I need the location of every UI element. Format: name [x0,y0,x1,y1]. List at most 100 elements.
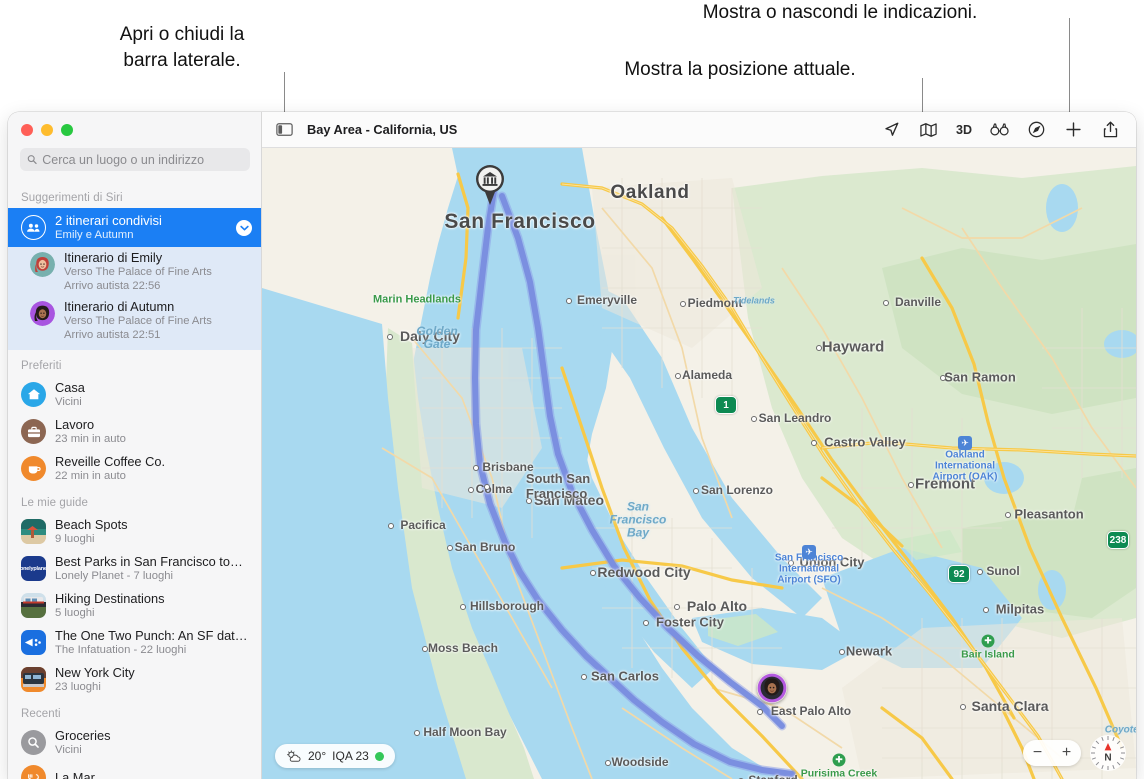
sidebar-toggle-icon[interactable] [275,120,294,139]
map-town-dot [982,607,989,613]
sidebar-item-new-york-city[interactable]: New York City 23 luoghi [8,661,261,698]
sidebar-item-lavoro[interactable]: Lavoro 23 min in auto [8,413,261,450]
sidebar-item-beach-spots[interactable]: Beach Spots 9 luoghi [8,513,261,550]
beach-spots-subtitle: 9 luoghi [55,533,95,545]
zoom-button[interactable] [61,124,73,136]
zoom-controls[interactable]: − + [1023,740,1081,766]
compass[interactable]: N [1088,733,1128,773]
sidebar-item-one-two-punch[interactable]: The One Two Punch: An SF date… The Infat… [8,624,261,661]
avatar-emily [30,252,55,277]
map-label-city: Palo Alto [686,598,748,614]
map-label-city: Hayward [821,338,885,356]
maps-window: Suggerimenti di Siri [8,112,1136,779]
map-town-dot [421,646,428,652]
map-label-city: Colma [475,482,513,496]
look-around-button[interactable] [990,120,1009,139]
map-canvas[interactable]: San FranciscoOaklandSan JoseHaywardFremo… [262,148,1136,779]
section-header-favorites: Preferiti [21,360,62,372]
map-town-dot [446,545,453,551]
sidebar-item-hiking-destinations[interactable]: Hiking Destinations 5 luoghi [8,587,261,624]
list-item-itinerary-emily[interactable]: Itinerario di Emily Verso The Palace of … [8,247,261,296]
search-field[interactable] [20,148,250,171]
traffic-lights [21,124,73,136]
hiking-subtitle: 5 luoghi [55,607,95,619]
map-label-water: Tidelands [733,295,775,306]
screenshot-root: Apri o chiudi la barra laterale. Mostra … [0,0,1144,779]
one-two-punch-subtitle: The Infatuation - 22 luoghi [55,644,187,656]
map-label-layer: San FranciscoOaklandSan JoseHaywardFremo… [262,148,1136,779]
map-town-dot [788,560,795,566]
map-town-dot [838,649,845,655]
sidebar-item-best-parks[interactable]: lonelyplanet Best Parks in San Francisco… [8,550,261,587]
map-label-city: San Ramon [944,369,1016,385]
search-input[interactable] [42,152,243,167]
shared-itineraries-group: 2 itinerari condivisi Emily e Autumn Iti… [8,208,261,350]
aqi-label: IQA 23 [332,749,369,763]
sidebar-item-groceries[interactable]: Groceries Vicini [8,724,261,761]
map-town-dot [526,498,533,504]
map-town-dot [414,730,421,736]
chevron-down-icon[interactable] [236,219,252,236]
map-label-city: San Bruno [454,540,516,554]
beach-spots-title: Beach Spots [55,517,128,532]
aqi-status-dot [374,751,384,761]
airport-marker-icon: ✈ [802,545,816,559]
sidebar: Suggerimenti di Siri [8,112,262,779]
shared-itineraries-subtitle: Emily e Autumn [55,229,134,241]
autumn-location-pin[interactable] [757,673,787,703]
current-location-button[interactable] [882,120,901,139]
sidebar-item-casa[interactable]: Casa Vicini [8,376,261,413]
map-town-dot [815,345,822,351]
three-d-button[interactable]: 3D [956,120,972,139]
close-button[interactable] [21,124,33,136]
map-town-dot [757,709,764,715]
map-label-city: Piedmont [687,296,743,310]
map-label-city: Pacifica [400,518,446,532]
guide-thumb-beach [21,519,46,544]
map-town-dot [811,440,818,446]
directions-button[interactable] [1027,120,1046,139]
map-town-dot [605,760,612,766]
map-label-city: Woodside [611,755,669,769]
map-label-city: East Palo Alto [770,704,852,718]
sidebar-list[interactable]: Suggerimenti di Siri 2 itinerari condivi… [8,184,261,779]
search-history-icon [21,730,46,755]
weather-aqi-pill[interactable]: 20° IQA 23 [275,744,395,768]
map-town-dot [883,300,890,306]
map-label-city: Brisbane [482,460,534,474]
one-two-punch-title: The One Two Punch: An SF date… [55,628,252,643]
sidebar-toggle-callout: Apri o chiudi la barra laterale. [119,24,245,71]
map-town-dot [750,416,757,422]
map-label-park: Purisima Creek Redwoods Open Space Prese… [800,767,878,779]
state-route-shield-icon: 238 [1107,531,1129,549]
share-button[interactable] [1101,120,1120,139]
reveille-title: Reveille Coffee Co. [55,454,166,469]
directions-callout: Mostra o nascondi le indicazioni. [702,2,978,23]
add-button[interactable] [1064,120,1083,139]
minimize-button[interactable] [41,124,53,136]
map-label-city: Oakland [610,182,690,203]
zoom-in-button[interactable]: + [1062,744,1071,762]
map-town-dot [388,523,395,529]
sidebar-item-la-mar[interactable]: La Mar [8,761,261,779]
map-town-dot [642,620,649,626]
map-town-dot [468,487,475,493]
park-marker-icon: ✚ [832,753,846,766]
map-town-dot [692,488,699,494]
map-town-dot [977,569,984,575]
list-item-itinerary-autumn[interactable]: Itinerario di Autumn Verso The Palace of… [8,296,261,350]
zoom-out-button[interactable]: − [1033,744,1042,762]
sidebar-item-shared-itineraries[interactable]: 2 itinerari condivisi Emily e Autumn [8,208,261,247]
map-label-city: Stanford [748,773,797,779]
airport-marker-icon: ✈ [958,436,972,450]
reveille-subtitle: 22 min in auto [55,470,126,482]
state-route-shield-icon: 92 [948,565,970,583]
map-town-dot [959,704,966,710]
sidebar-item-reveille-coffee[interactable]: Reveille Coffee Co. 22 min in auto [8,450,261,487]
map-mode-button[interactable] [919,120,938,139]
map-label-city: San Francisco [444,210,596,233]
map-town-dot [483,484,490,490]
map-label-city: Milpitas [995,601,1045,617]
map-label-city: Redwood City [597,564,691,580]
destination-pin-palace-of-fine-arts[interactable] [474,164,507,206]
